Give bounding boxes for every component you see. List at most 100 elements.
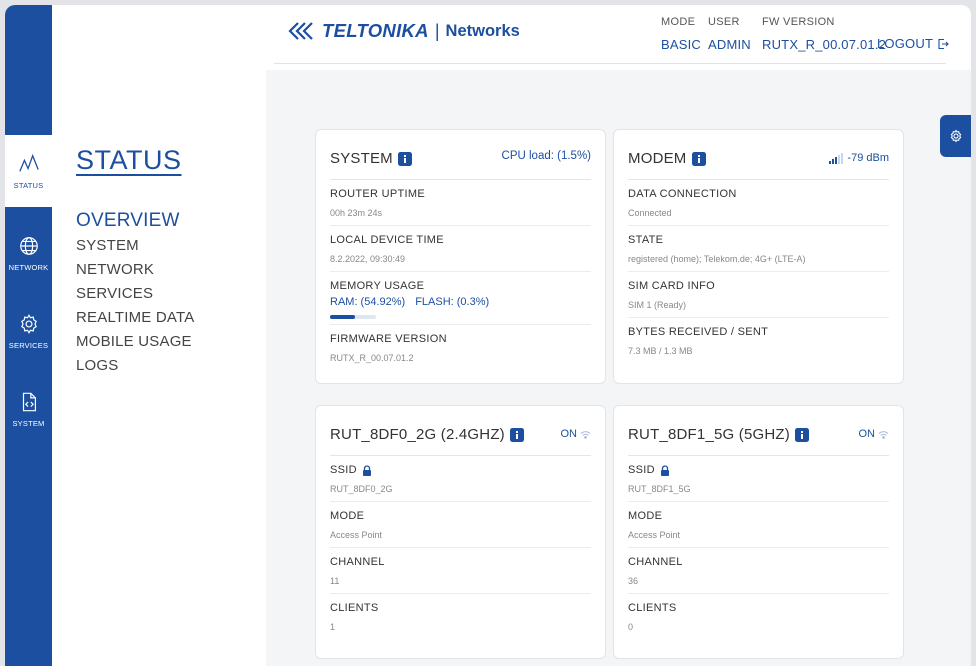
settings-side-tab[interactable]	[940, 115, 971, 157]
wifi-2g-title-text: RUT_8DF0_2G (2.4GHZ)	[330, 426, 505, 443]
clients-value: 1	[330, 622, 336, 632]
firmware-value: RUTX_R_00.07.01.2	[330, 353, 414, 363]
bytes-value: 7.3 MB / 1.3 MB	[628, 346, 693, 356]
nav-link-system[interactable]: SYSTEM	[76, 234, 194, 258]
bytes-label: BYTES RECEIVED / SENT	[628, 326, 769, 338]
ram-usage-bar	[330, 315, 376, 319]
data-connection-label: DATA CONNECTION	[628, 188, 737, 200]
channel-label: CHANNEL	[628, 556, 683, 568]
modem-card-header: MODEM -79 dBm	[628, 130, 889, 180]
rail-item-network[interactable]: NETWORK	[5, 217, 52, 289]
ram-usage-bar-fill	[330, 315, 356, 319]
wifi-mode-value: Access Point	[330, 530, 383, 540]
sim-card-row: SIM CARD INFO SIM 1 (Ready)	[628, 272, 889, 318]
user-label: USER	[708, 16, 740, 28]
logout-button[interactable]: LOGOUT	[877, 36, 949, 51]
ram-usage: RAM: (54.92%)	[330, 296, 406, 308]
nav-link-realtime-data[interactable]: REALTIME DATA	[76, 306, 194, 330]
signal-strength: -79 dBm	[829, 152, 889, 164]
logo-brand-text: TELTONIKA	[322, 20, 429, 41]
wifi-5g-status[interactable]: ON	[859, 428, 890, 440]
wifi-mode-row: MODE Access Point	[330, 502, 591, 548]
device-time-label: LOCAL DEVICE TIME	[330, 234, 444, 246]
channel-row: CHANNEL 11	[330, 548, 591, 594]
nav-link-overview[interactable]: OVERVIEW	[76, 208, 194, 234]
modem-card: MODEM -79 dBm DATA CONNECTION Connected …	[613, 129, 904, 384]
wifi-icon	[580, 430, 591, 439]
signal-value: -79 dBm	[847, 152, 889, 164]
status-wave-icon	[18, 153, 39, 172]
firmware-label: FIRMWARE VERSION	[330, 333, 447, 345]
info-icon[interactable]	[509, 427, 524, 442]
ssid-value: RUT_8DF0_2G	[330, 484, 393, 494]
device-time-row: LOCAL DEVICE TIME 8.2.2022, 09:30:49	[330, 226, 591, 272]
channel-row: CHANNEL 36	[628, 548, 889, 594]
rail-label-status: STATUS	[13, 180, 44, 190]
nav-link-network[interactable]: NETWORK	[76, 258, 194, 282]
fw-version-label: FW VERSION	[762, 16, 835, 28]
top-bar: TELTONIKA | Networks MODE BASIC USER ADM…	[266, 5, 971, 70]
wifi-5g-card-header: RUT_8DF1_5G (5GHZ) ON	[628, 406, 889, 456]
sim-card-label: SIM CARD INFO	[628, 280, 716, 292]
nav-link-services[interactable]: SERVICES	[76, 282, 194, 306]
mode-label: MODE	[661, 16, 696, 28]
rail-label-system: SYSTEM	[12, 418, 45, 428]
mode-value[interactable]: BASIC	[661, 37, 701, 52]
wifi-mode-value: Access Point	[628, 530, 681, 540]
globe-icon	[19, 236, 38, 255]
rail-item-status[interactable]: STATUS	[5, 135, 52, 207]
rail-label-services: SERVICES	[8, 340, 49, 350]
device-time-value: 8.2.2022, 09:30:49	[330, 254, 406, 264]
wifi-mode-label: MODE	[628, 510, 663, 522]
state-label: STATE	[628, 234, 664, 246]
wifi-5g-title-text: RUT_8DF1_5G (5GHZ)	[628, 426, 790, 443]
memory-values: RAM: (54.92%) FLASH: (0.3%)	[330, 296, 499, 308]
file-code-icon	[22, 392, 36, 411]
wifi-2g-status-text: ON	[560, 428, 578, 440]
header-divider	[274, 63, 946, 64]
lock-icon	[362, 464, 371, 476]
logo-separator: |	[434, 20, 440, 41]
nav-link-list: OVERVIEW SYSTEM NETWORK SERVICES REALTIM…	[76, 208, 194, 378]
firmware-row: FIRMWARE VERSION RUTX_R_00.07.01.2	[330, 325, 591, 375]
channel-label: CHANNEL	[330, 556, 385, 568]
info-icon[interactable]	[397, 151, 412, 166]
teltonika-chevrons-icon	[288, 22, 313, 40]
secondary-nav: STATUS OVERVIEW SYSTEM NETWORK SERVICES …	[52, 5, 266, 666]
wifi-2g-card-header: RUT_8DF0_2G (2.4GHZ) ON	[330, 406, 591, 456]
info-icon[interactable]	[794, 427, 809, 442]
user-value[interactable]: ADMIN	[708, 37, 751, 52]
clients-label: CLIENTS	[628, 602, 677, 614]
wifi-icon	[878, 430, 889, 439]
main-content: TELTONIKA | Networks MODE BASIC USER ADM…	[266, 5, 971, 666]
uptime-value: 00h 23m 24s	[330, 208, 383, 218]
ssid-value: RUT_8DF1_5G	[628, 484, 691, 494]
rail-item-system[interactable]: SYSTEM	[5, 373, 52, 445]
wifi-mode-label: MODE	[330, 510, 365, 522]
clients-value: 0	[628, 622, 634, 632]
wifi-mode-row: MODE Access Point	[628, 502, 889, 548]
clients-label: CLIENTS	[330, 602, 379, 614]
modem-card-title: MODEM	[628, 150, 706, 167]
system-title-text: SYSTEM	[330, 150, 393, 167]
uptime-label: ROUTER UPTIME	[330, 188, 425, 200]
signal-bars-icon	[829, 152, 844, 164]
info-icon[interactable]	[691, 151, 706, 166]
settings-gear-icon	[950, 129, 961, 143]
header-mode: MODE BASIC	[661, 16, 701, 52]
logout-label: LOGOUT	[877, 36, 934, 51]
nav-link-logs[interactable]: LOGS	[76, 354, 194, 378]
flash-usage: FLASH: (0.3%)	[415, 296, 490, 308]
icon-rail: STATUS NETWORK SERVICES SYSTEM	[5, 5, 52, 666]
data-connection-value: Connected	[628, 208, 672, 218]
rail-item-services[interactable]: SERVICES	[5, 295, 52, 367]
teltonika-logo[interactable]: TELTONIKA | Networks	[286, 20, 520, 42]
wifi-2g-status[interactable]: ON	[561, 428, 592, 440]
system-card: SYSTEM CPU load: (1.5%) ROUTER UPTIME 00…	[315, 129, 606, 384]
nav-link-mobile-usage[interactable]: MOBILE USAGE	[76, 330, 194, 354]
logout-icon	[938, 38, 949, 49]
cpu-load: CPU load: (1.5%)	[501, 150, 591, 162]
channel-value: 11	[330, 576, 340, 586]
fw-version-value: RUTX_R_00.07.01.2	[762, 37, 887, 52]
nav-section-title[interactable]: STATUS	[76, 145, 182, 176]
